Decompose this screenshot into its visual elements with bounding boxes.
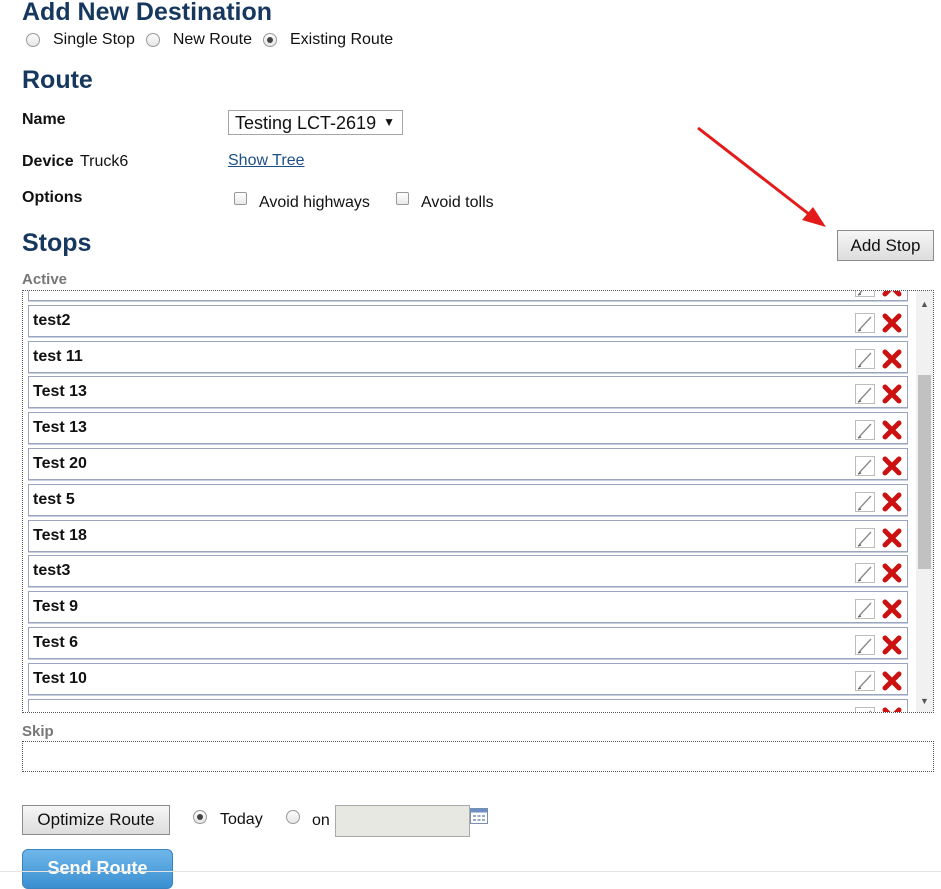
active-label: Active	[22, 271, 68, 288]
scroll-up-arrow-icon[interactable]: ▲	[920, 299, 929, 309]
route-heading: Route	[22, 66, 93, 94]
radio-new-route[interactable]	[145, 33, 160, 47]
stop-row[interactable]	[28, 698, 908, 713]
edit-icon[interactable]	[855, 348, 875, 369]
skip-label: Skip	[22, 723, 54, 740]
avoid-highways-label: Avoid highways	[259, 194, 370, 211]
delete-icon[interactable]	[881, 312, 903, 334]
stop-name: test 5	[33, 490, 75, 508]
on-label: on	[312, 812, 330, 829]
scroll-down-arrow-icon[interactable]: ▼	[920, 696, 929, 706]
stop-row[interactable]: test 11	[28, 340, 908, 373]
delete-icon[interactable]	[881, 634, 903, 656]
stops-container: Test 8 test2 test 11	[28, 290, 908, 713]
scroll-thumb[interactable]	[918, 375, 931, 569]
stop-row[interactable]: Test 20	[28, 447, 908, 480]
stop-name: Test 13	[33, 383, 87, 401]
radio-today[interactable]	[193, 810, 207, 824]
delete-icon[interactable]	[881, 419, 903, 441]
page-title: Add New Destination	[22, 0, 273, 26]
stop-row[interactable]: Test 9	[28, 591, 908, 624]
divider	[0, 871, 941, 872]
edit-icon[interactable]	[855, 670, 875, 691]
edit-icon[interactable]	[855, 706, 875, 713]
stop-name: test 11	[33, 347, 83, 365]
stop-name: test2	[33, 311, 71, 329]
edit-icon[interactable]	[855, 420, 875, 441]
avoid-tolls-checkbox[interactable]	[396, 192, 409, 205]
radio-label-single-stop: Single Stop	[53, 31, 135, 48]
radio-on-date[interactable]	[286, 810, 300, 824]
stop-name: Test 10	[33, 669, 87, 687]
stop-row[interactable]: test2	[28, 304, 908, 337]
edit-icon[interactable]	[855, 290, 875, 297]
stop-name: Test 13	[33, 419, 87, 437]
radio-single-stop[interactable]	[26, 33, 40, 47]
stop-name: test3	[33, 562, 71, 580]
avoid-highways-checkbox[interactable]	[234, 192, 247, 205]
stop-row[interactable]: Test 13	[28, 412, 908, 445]
send-route-button[interactable]: Send Route	[22, 849, 173, 889]
device-label: Device	[22, 153, 74, 170]
route-name-value: Testing LCT-2619	[235, 113, 377, 133]
edit-icon[interactable]	[855, 634, 875, 655]
chevron-down-icon: ▼	[383, 115, 395, 129]
name-label: Name	[22, 111, 66, 128]
stop-row[interactable]: Test 13	[28, 376, 908, 409]
delete-icon[interactable]	[881, 383, 903, 405]
delete-icon[interactable]	[881, 598, 903, 620]
delete-icon[interactable]	[881, 706, 903, 713]
device-value: Truck6	[80, 153, 129, 170]
radio-label-existing-route: Existing Route	[290, 31, 394, 48]
skip-stops-list[interactable]	[22, 741, 934, 772]
delete-icon[interactable]	[881, 491, 903, 513]
stop-row[interactable]: test3	[28, 555, 908, 588]
stop-name: Test 6	[33, 633, 79, 651]
active-stops-list[interactable]: Test 8 test2 test 11	[22, 290, 934, 713]
stop-name: Test 20	[33, 454, 87, 472]
edit-icon[interactable]	[855, 563, 875, 584]
stop-row[interactable]: Test 6	[28, 626, 908, 659]
destination-type-group: Single Stop New Route Existing Route	[26, 31, 404, 49]
avoid-tolls-label: Avoid tolls	[421, 194, 494, 211]
scrollbar[interactable]: ▲ ▼	[916, 291, 933, 712]
delete-icon[interactable]	[881, 670, 903, 692]
stop-name: Test 9	[33, 598, 79, 616]
edit-icon[interactable]	[855, 527, 875, 548]
today-label: Today	[220, 811, 263, 828]
optimize-route-button[interactable]: Optimize Route	[22, 805, 170, 835]
delete-icon[interactable]	[881, 348, 903, 370]
edit-icon[interactable]	[855, 312, 875, 333]
stop-row[interactable]: Test 8	[28, 290, 908, 301]
edit-icon[interactable]	[855, 491, 875, 512]
edit-icon[interactable]	[855, 384, 875, 405]
delete-icon[interactable]	[881, 290, 903, 298]
radio-existing-route[interactable]	[263, 33, 277, 47]
radio-label-new-route: New Route	[172, 31, 252, 48]
delete-icon[interactable]	[881, 527, 903, 549]
edit-icon[interactable]	[855, 599, 875, 620]
delete-icon[interactable]	[881, 562, 903, 584]
stop-row[interactable]: Test 10	[28, 662, 908, 695]
edit-icon[interactable]	[855, 455, 875, 476]
stop-row[interactable]: test 5	[28, 483, 908, 516]
stop-name: Test 18	[33, 526, 87, 544]
date-input[interactable]	[335, 805, 470, 837]
show-tree-link[interactable]: Show Tree	[228, 152, 304, 170]
stop-row[interactable]: Test 18	[28, 519, 908, 552]
delete-icon[interactable]	[881, 455, 903, 477]
red-arrow-annotation	[697, 126, 826, 227]
stop-name: Test 8	[33, 291, 78, 294]
options-label: Options	[22, 189, 83, 206]
route-name-select[interactable]: Testing LCT-2619 ▼	[228, 110, 403, 135]
stops-heading: Stops	[22, 229, 92, 257]
calendar-icon[interactable]	[470, 808, 488, 824]
add-stop-button[interactable]: Add Stop	[837, 230, 934, 261]
